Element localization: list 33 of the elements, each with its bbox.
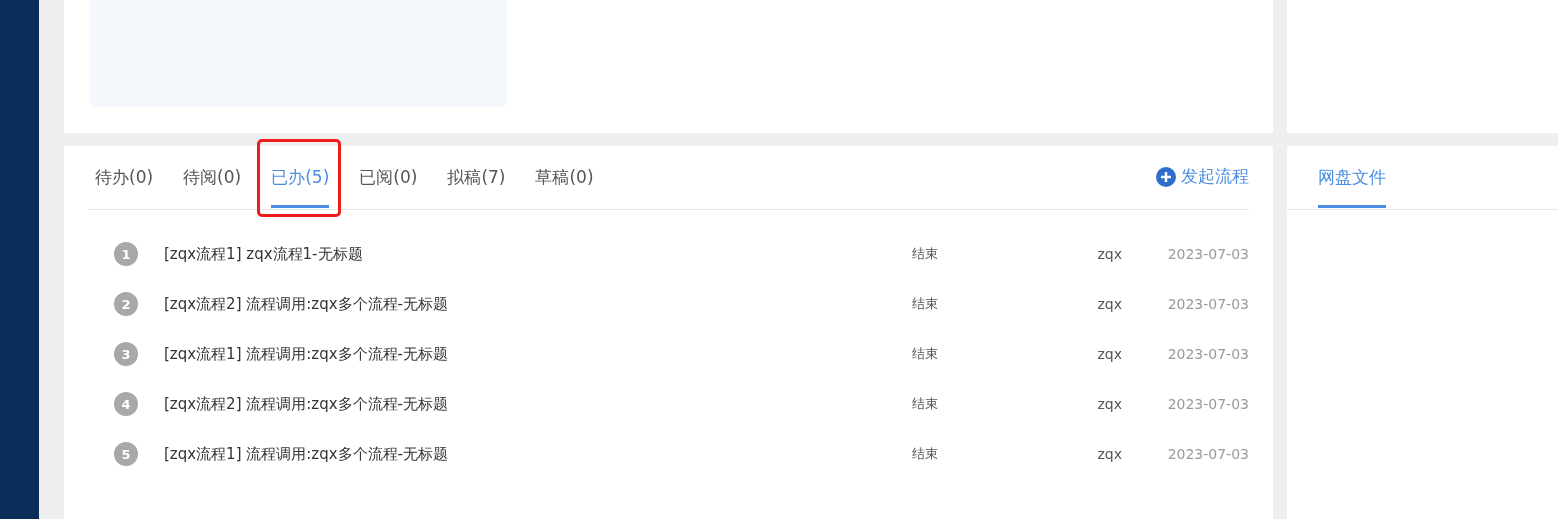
tab[interactable]: 网盘文件 (1312, 146, 1386, 209)
status-text: 结束 (912, 445, 939, 463)
add-icon (1156, 166, 1176, 187)
status-text: 结束 (912, 395, 939, 413)
task-date: 2023-07-03 (1167, 446, 1249, 462)
task-date: 2023-07-03 (1167, 396, 1249, 412)
status-text: 结束 (912, 245, 939, 263)
task-title-link[interactable]: [zqx流程1] zqx流程1-无标题 (164, 244, 912, 264)
row-number: 2 (114, 292, 138, 316)
task-title-link[interactable]: [zqx流程2] 流程调用:zqx多个流程-无标题 (164, 294, 912, 314)
status-text: 结束 (912, 295, 939, 313)
tab[interactable]: 已阅(0) (353, 146, 418, 209)
task-date: 2023-07-03 (1167, 296, 1249, 312)
user-name: zqx (1097, 346, 1122, 362)
task-date: 2023-07-03 (1167, 346, 1249, 362)
user-name: zqx (1097, 446, 1122, 462)
row-number: 3 (114, 342, 138, 366)
row-number: 5 (114, 442, 138, 466)
tab[interactable]: 拟稿(7) (441, 146, 506, 209)
status-text: 结束 (912, 345, 939, 363)
user-name: zqx (1097, 246, 1122, 262)
user-name: zqx (1097, 296, 1122, 312)
task-title-link[interactable]: [zqx流程1] 流程调用:zqx多个流程-无标题 (164, 444, 912, 464)
user-name: zqx (1097, 396, 1122, 412)
tab[interactable]: 待阅(0) (177, 146, 242, 209)
row-number: 4 (114, 392, 138, 416)
tab[interactable]: 待办(0) (89, 146, 154, 209)
task-title-link[interactable]: [zqx流程2] 流程调用:zqx多个流程-无标题 (164, 394, 912, 414)
task-date: 2023-07-03 (1167, 246, 1249, 262)
task-title-link[interactable]: [zqx流程1] 流程调用:zqx多个流程-无标题 (164, 344, 912, 364)
row-number: 1 (114, 242, 138, 266)
start-flow-button[interactable]: 发起流程 (1156, 144, 1249, 209)
tab[interactable]: 草稿(0) (529, 146, 594, 209)
